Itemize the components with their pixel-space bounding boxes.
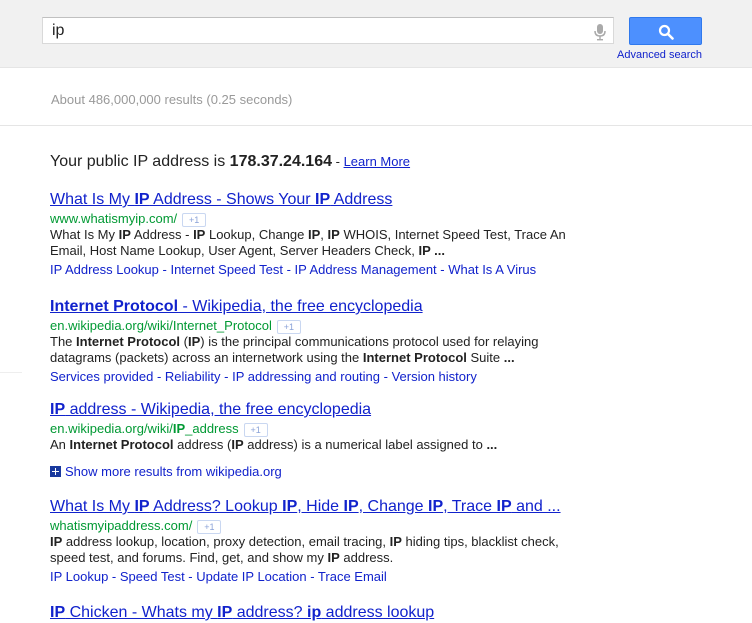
result-snippet: The Internet Protocol (IP) is the princi… bbox=[50, 334, 539, 365]
result-sitelinks: IP Address Lookup - Internet Speed Test … bbox=[50, 262, 537, 277]
sitelink[interactable]: Speed Test bbox=[120, 569, 185, 584]
result-title-link[interactable]: What Is My IP Address? Lookup IP, Hide I… bbox=[50, 497, 570, 517]
ip-answer-value: 178.37.24.164 bbox=[229, 153, 332, 170]
result-stats: About 486,000,000 results (0.25 seconds) bbox=[51, 92, 293, 107]
result-snippet: What Is My IP Address - IP Lookup, Chang… bbox=[50, 227, 566, 258]
sitelink[interactable]: Update IP Location bbox=[196, 569, 306, 584]
search-input[interactable]: ip bbox=[52, 22, 64, 40]
sitelink[interactable]: Version history bbox=[392, 369, 477, 384]
result-title-link[interactable]: IP address - Wikipedia, the free encyclo… bbox=[50, 400, 570, 420]
divider bbox=[0, 372, 22, 373]
plus-one-button[interactable]: +1 bbox=[182, 212, 207, 227]
result-sitelinks: Services provided - Reliability - IP add… bbox=[50, 369, 477, 384]
result-url: en.wikipedia.org/wiki/Internet_Protocol +… bbox=[50, 317, 570, 334]
learn-more-link[interactable]: Learn More bbox=[344, 154, 410, 169]
ip-answer: Your public IP address is 178.37.24.164 … bbox=[50, 153, 410, 171]
result-snippet: An Internet Protocol address (IP address… bbox=[50, 437, 498, 452]
result-url: www.whatismyip.com/+1 bbox=[50, 210, 570, 227]
result-title-link[interactable]: Internet Protocol - Wikipedia, the free … bbox=[50, 297, 570, 317]
ip-answer-prefix: Your public IP address is bbox=[50, 153, 230, 170]
search-icon bbox=[658, 24, 674, 40]
sitelink[interactable]: Services provided bbox=[50, 369, 153, 384]
more-results-link[interactable]: Show more results from wikipedia.org bbox=[50, 463, 282, 480]
search-result: Internet Protocol - Wikipedia, the free … bbox=[50, 297, 570, 386]
search-result: IP address - Wikipedia, the free encyclo… bbox=[50, 400, 570, 453]
result-title-link[interactable]: What Is My IP Address - Shows Your IP Ad… bbox=[50, 190, 570, 210]
plus-one-button[interactable]: +1 bbox=[197, 519, 222, 534]
plus-one-button[interactable]: +1 bbox=[276, 319, 301, 334]
result-sitelinks: IP Lookup - Speed Test - Update IP Locat… bbox=[50, 569, 387, 584]
result-snippet: IP address lookup, location, proxy detec… bbox=[50, 534, 559, 565]
search-button[interactable] bbox=[629, 17, 702, 45]
search-result: IP Chicken - Whats my IP address? ip add… bbox=[50, 603, 570, 623]
sitelink[interactable]: What Is A Virus bbox=[448, 262, 536, 277]
result-title-link[interactable]: IP Chicken - Whats my IP address? ip add… bbox=[50, 603, 570, 623]
sitelink[interactable]: IP Lookup bbox=[50, 569, 108, 584]
sitelink[interactable]: IP Address Lookup bbox=[50, 262, 159, 277]
result-url: en.wikipedia.org/wiki/IP_address +1 bbox=[50, 420, 570, 437]
ip-answer-separator: - bbox=[332, 154, 344, 169]
sitelink[interactable]: Reliability bbox=[165, 369, 221, 384]
search-box[interactable]: ip bbox=[42, 17, 614, 44]
search-result: What Is My IP Address? Lookup IP, Hide I… bbox=[50, 497, 570, 586]
microphone-icon[interactable] bbox=[593, 23, 607, 41]
sitelink[interactable]: Internet Speed Test bbox=[170, 262, 283, 277]
sitelink[interactable]: Trace Email bbox=[318, 569, 387, 584]
sitelink[interactable]: IP Address Management bbox=[295, 262, 437, 277]
result-url: whatismyipaddress.com/+1 bbox=[50, 517, 570, 534]
sitelink[interactable]: IP addressing and routing bbox=[232, 369, 380, 384]
plus-one-button[interactable]: +1 bbox=[243, 422, 268, 437]
search-header: ip Advanced search bbox=[0, 0, 752, 68]
search-result: What Is My IP Address - Shows Your IP Ad… bbox=[50, 190, 570, 279]
expand-plus-icon bbox=[50, 466, 61, 477]
advanced-search-link[interactable]: Advanced search bbox=[617, 49, 702, 61]
stats-bar: About 486,000,000 results (0.25 seconds) bbox=[0, 68, 752, 126]
